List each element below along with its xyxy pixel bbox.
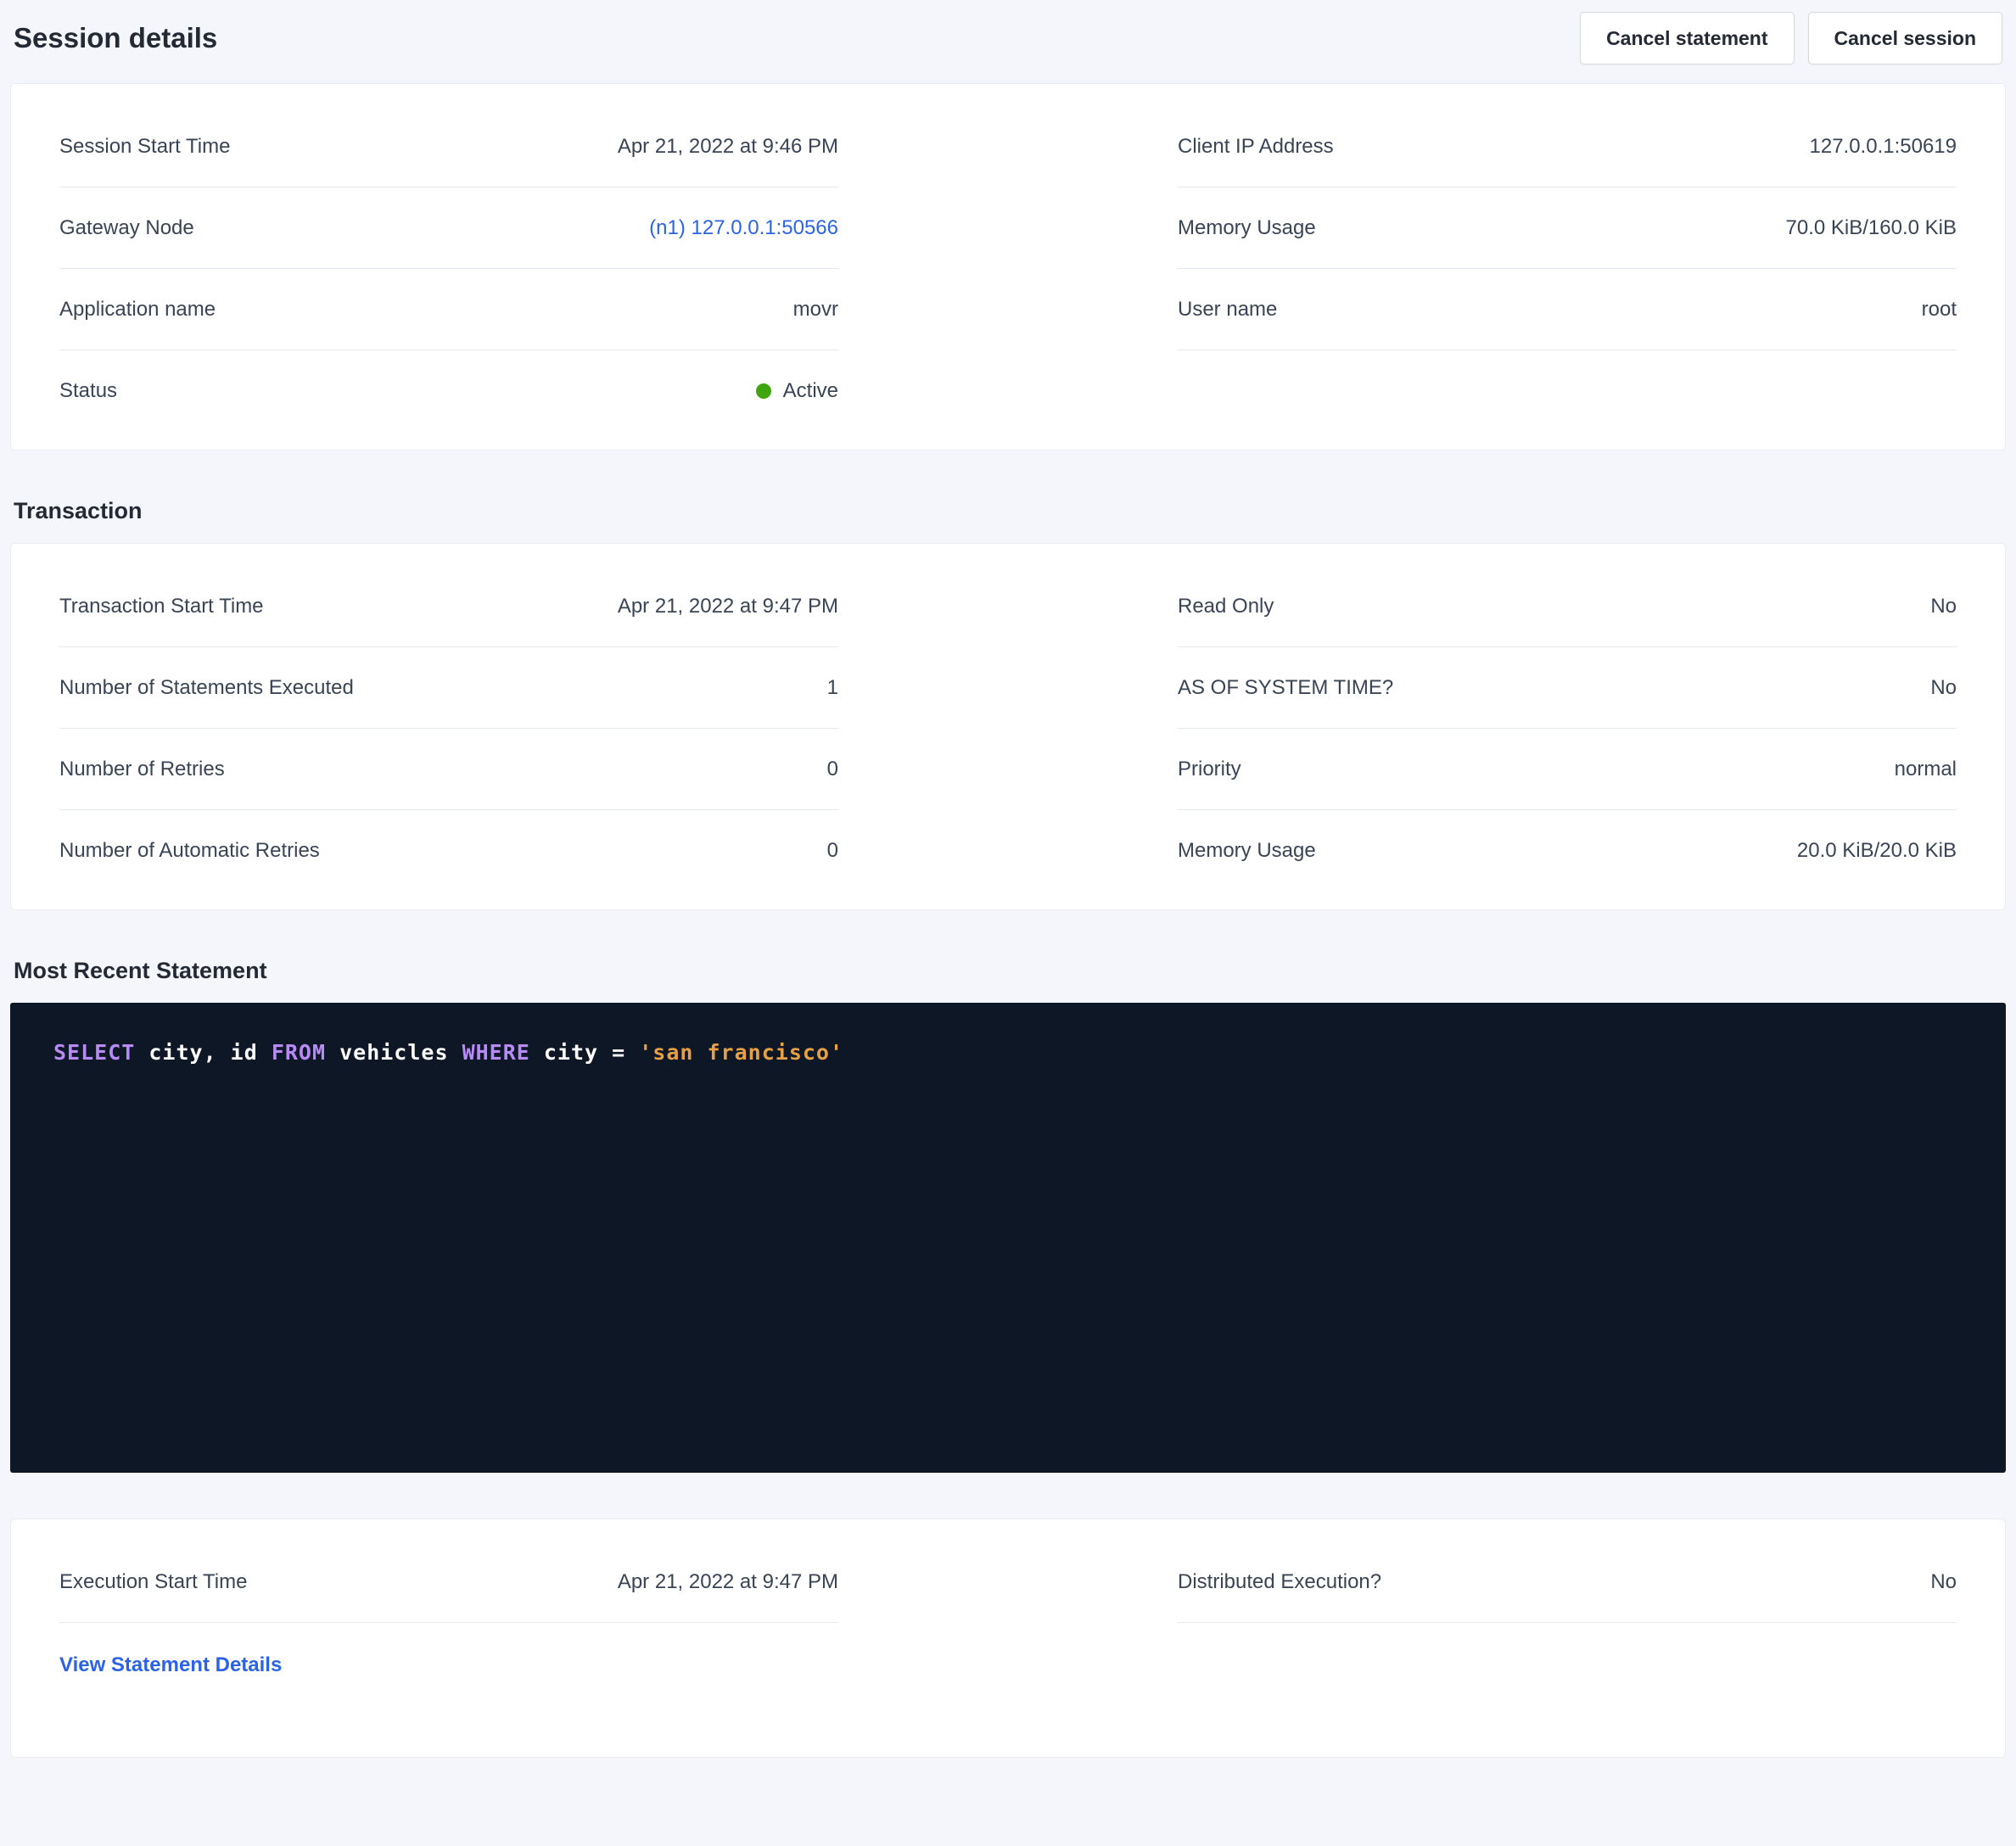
row-transaction-start-time: Transaction Start Time Apr 21, 2022 at 9… [59, 566, 838, 647]
sql-token-string: 'san francisco' [639, 1040, 843, 1065]
row-status: Status Active [59, 350, 838, 431]
row-value: 0 [827, 839, 838, 863]
row-value: Apr 21, 2022 at 9:47 PM [618, 1570, 838, 1594]
sql-statement: SELECT city, id FROM vehicles WHERE city… [53, 1040, 1963, 1065]
row-label: Status [59, 379, 117, 403]
row-label: AS OF SYSTEM TIME? [1178, 676, 1393, 700]
row-value: No [1930, 676, 1957, 700]
transaction-right-column: Read Only No AS OF SYSTEM TIME? No Prior… [1178, 566, 1957, 891]
session-summary-right-column: Client IP Address 127.0.0.1:50619 Memory… [1178, 106, 1957, 431]
header-actions: Cancel statement Cancel session [1580, 12, 2002, 64]
transaction-card: Transaction Start Time Apr 21, 2022 at 9… [10, 543, 2006, 910]
row-priority: Priority normal [1178, 729, 1957, 810]
session-summary-left-column: Session Start Time Apr 21, 2022 at 9:46 … [59, 106, 838, 431]
row-value: root [1922, 298, 1957, 322]
row-number-of-retries: Number of Retries 0 [59, 729, 838, 810]
row-value: 1 [827, 676, 838, 700]
row-value: No [1930, 1570, 1957, 1594]
row-label: Read Only [1178, 595, 1274, 618]
row-label: Execution Start Time [59, 1570, 247, 1594]
row-label: User name [1178, 298, 1277, 322]
row-statements-executed: Number of Statements Executed 1 [59, 647, 838, 729]
row-value: Apr 21, 2022 at 9:47 PM [618, 595, 838, 618]
most-recent-statement-heading: Most Recent Statement [14, 958, 2002, 984]
row-label: Memory Usage [1178, 839, 1316, 863]
sql-token-keyword: SELECT [53, 1040, 135, 1065]
cancel-session-button[interactable]: Cancel session [1808, 12, 2002, 64]
row-label: Number of Automatic Retries [59, 839, 320, 863]
row-memory-usage: Memory Usage 70.0 KiB/160.0 KiB [1178, 187, 1957, 269]
row-label: Session Start Time [59, 135, 230, 159]
row-label: Transaction Start Time [59, 595, 264, 618]
row-label: Priority [1178, 758, 1241, 781]
row-application-name: Application name movr [59, 269, 838, 350]
sql-token-plain: vehicles [326, 1040, 462, 1065]
row-value: 20.0 KiB/20.0 KiB [1797, 839, 1957, 863]
row-read-only: Read Only No [1178, 566, 1957, 647]
sql-token-keyword: WHERE [462, 1040, 530, 1065]
execution-left-column: Execution Start Time Apr 21, 2022 at 9:4… [59, 1541, 838, 1677]
row-transaction-memory-usage: Memory Usage 20.0 KiB/20.0 KiB [1178, 810, 1957, 891]
row-value: 0 [827, 758, 838, 781]
row-value: normal [1895, 758, 1957, 781]
row-distributed-execution: Distributed Execution? No [1178, 1541, 1957, 1623]
row-label: Distributed Execution? [1178, 1570, 1381, 1594]
transaction-left-column: Transaction Start Time Apr 21, 2022 at 9… [59, 566, 838, 891]
row-value: movr [793, 298, 838, 322]
row-label: Client IP Address [1178, 135, 1334, 159]
row-session-start-time: Session Start Time Apr 21, 2022 at 9:46 … [59, 106, 838, 187]
sql-token-plain: city, id [135, 1040, 272, 1065]
row-as-of-system-time: AS OF SYSTEM TIME? No [1178, 647, 1957, 729]
view-statement-details-link[interactable]: View Statement Details [59, 1653, 282, 1677]
row-label: Gateway Node [59, 216, 194, 240]
row-execution-start-time: Execution Start Time Apr 21, 2022 at 9:4… [59, 1541, 838, 1623]
page-title: Session details [14, 22, 217, 54]
execution-card: Execution Start Time Apr 21, 2022 at 9:4… [10, 1519, 2006, 1758]
row-label: Number of Statements Executed [59, 676, 354, 700]
cancel-statement-button[interactable]: Cancel statement [1580, 12, 1794, 64]
row-value: 127.0.0.1:50619 [1810, 135, 1957, 159]
row-automatic-retries: Number of Automatic Retries 0 [59, 810, 838, 891]
page-header: Session details Cancel statement Cancel … [10, 10, 2006, 83]
row-label: Number of Retries [59, 758, 225, 781]
session-summary-card: Session Start Time Apr 21, 2022 at 9:46 … [10, 83, 2006, 450]
status-badge: Active [756, 379, 838, 403]
row-gateway-node: Gateway Node (n1) 127.0.0.1:50566 [59, 187, 838, 269]
sql-token-keyword: FROM [272, 1040, 326, 1065]
row-label: Memory Usage [1178, 216, 1316, 240]
execution-right-column: Distributed Execution? No [1178, 1541, 1957, 1677]
row-value: Apr 21, 2022 at 9:46 PM [618, 135, 838, 159]
row-label: Application name [59, 298, 216, 322]
gateway-node-link[interactable]: (n1) 127.0.0.1:50566 [649, 216, 838, 240]
row-client-ip-address: Client IP Address 127.0.0.1:50619 [1178, 106, 1957, 187]
row-value: No [1930, 595, 1957, 618]
row-value: 70.0 KiB/160.0 KiB [1786, 216, 1957, 240]
session-details-page: Session details Cancel statement Cancel … [0, 0, 2016, 1846]
status-text: Active [783, 379, 838, 403]
sql-statement-box: SELECT city, id FROM vehicles WHERE city… [10, 1003, 2006, 1473]
transaction-heading: Transaction [14, 498, 2002, 524]
row-user-name: User name root [1178, 269, 1957, 350]
sql-token-plain: city = [530, 1040, 639, 1065]
status-active-dot-icon [756, 383, 771, 399]
